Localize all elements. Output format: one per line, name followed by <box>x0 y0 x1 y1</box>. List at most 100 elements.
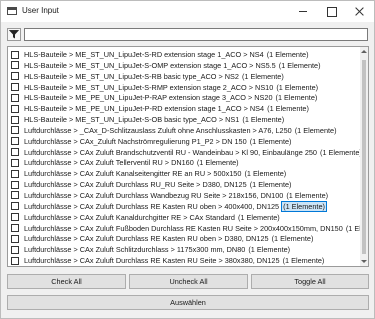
item-count-text: (1 Elemente) <box>278 60 321 70</box>
item-checkbox[interactable] <box>11 72 19 81</box>
window-title: User Input <box>22 6 59 15</box>
list-item[interactable]: HLS-Bauteile > ME_PE_UN_LipuJet-P-RAP ex… <box>8 92 361 103</box>
item-label: Luftdurchlässe > CAx Zuluft Schlitzdurch… <box>24 245 291 254</box>
item-checkbox[interactable] <box>11 191 19 200</box>
list-item[interactable]: Luftdurchlässe > CAx Zuluft Schlitzdurch… <box>8 244 361 255</box>
filter-button[interactable] <box>7 28 21 41</box>
item-label: Luftdurchlässe > CAx Zuluft Durchlass Wa… <box>24 191 329 200</box>
item-count-text: (1 Elemente) <box>266 50 309 59</box>
item-count-text: (1 Elemente) <box>294 125 337 135</box>
item-checkbox[interactable] <box>11 61 19 70</box>
scroll-up-icon[interactable] <box>361 50 367 53</box>
item-count-text: (1 Elemente) <box>242 115 285 125</box>
item-count-text: (1 Elemente) <box>241 71 284 81</box>
list-item[interactable]: HLS-Bauteile > ME_ST_UN_LipuJet-S-RD ext… <box>8 49 361 60</box>
item-checkbox[interactable] <box>11 158 19 167</box>
item-label: HLS-Bauteile > ME_ST_UN_LipuJet-S-RB bas… <box>24 72 285 81</box>
item-checkbox[interactable] <box>11 50 19 59</box>
item-checkbox[interactable] <box>11 93 19 102</box>
item-checkbox[interactable] <box>11 115 19 124</box>
list-item[interactable]: Luftdurchlässe > CAx Zuluft Tellerventil… <box>8 157 361 168</box>
item-checkbox[interactable] <box>11 137 19 146</box>
user-input-dialog: User Input HLS-Bauteile > ME_ST_UN_LipuJ… <box>0 0 375 319</box>
item-count-text: (1 Elemente) <box>281 200 327 212</box>
item-path-text: Luftdurchlässe > _CAx_D-Schlitzauslass Z… <box>24 125 292 135</box>
item-path-text: Luftdurchlässe > CAx Zuluft Schlitzdurch… <box>24 245 246 255</box>
uncheck-all-button[interactable]: Uncheck All <box>129 274 248 289</box>
scroll-down-icon[interactable] <box>361 260 367 263</box>
item-label: HLS-Bauteile > ME_ST_UN_LipuJet-S-RD ext… <box>24 50 310 59</box>
item-label: Luftdurchlässe > CAx Zuluft Fußboden Dur… <box>24 224 368 233</box>
item-label: Luftdurchlässe > CAx Zuluft Kanaldurchgi… <box>24 213 281 222</box>
list-item[interactable]: Luftdurchlässe > CAx Zuluft Durchlass RU… <box>8 179 361 190</box>
item-checkbox[interactable] <box>11 213 19 222</box>
item-count-text: (1 Elemente) <box>275 93 318 103</box>
item-checklist[interactable]: HLS-Bauteile > ME_ST_UN_LipuJet-S-RD ext… <box>7 46 369 267</box>
select-button[interactable]: Auswählen <box>7 295 369 310</box>
item-path-text: HLS-Bauteile > ME_ST_UN_LipuJet-S-OB bas… <box>24 115 240 125</box>
item-checkbox[interactable] <box>11 256 19 265</box>
list-item[interactable]: Luftdurchlässe > CAx Zuluft Brandschutzv… <box>8 147 363 158</box>
list-item[interactable]: Luftdurchlässe > CAx Zuluft Kanalseiteng… <box>8 168 361 179</box>
title-bar[interactable]: User Input <box>1 1 374 22</box>
item-path-text: Luftdurchlässe > CAx Zuluft Durchlass RU… <box>24 180 247 190</box>
vertical-scrollbar[interactable] <box>360 47 368 266</box>
list-item[interactable]: Luftdurchlässe > CAx Zuluft Durchlass RE… <box>8 200 361 212</box>
item-label: HLS-Bauteile > ME_PE_UN_LipuJet-P-RAP ex… <box>24 93 318 102</box>
item-count-text: (1 Elemente) <box>286 190 329 200</box>
item-label: Luftdurchlässe > CAx Zuluft Durchlass RU… <box>24 180 292 189</box>
item-label: Luftdurchlässe > CAx Zuluft Brandschutzv… <box>24 148 363 157</box>
item-path-text: Luftdurchlässe > CAx_Zuluft Nachströmreg… <box>24 136 247 146</box>
list-item[interactable]: Luftdurchlässe > CAx Zuluft Durchlass RE… <box>8 233 361 244</box>
list-item[interactable]: HLS-Bauteile > ME_ST_UN_LipuJet-S-OB bas… <box>8 114 361 125</box>
item-path-text: HLS-Bauteile > ME_ST_UN_LipuJet-S-RB bas… <box>24 71 239 81</box>
list-item[interactable]: HLS-Bauteile > ME_PE_UN_LipuJet-P-RD ext… <box>8 103 361 114</box>
item-path-text: HLS-Bauteile > ME_PE_UN_LipuJet-P-RAP ex… <box>24 93 273 103</box>
item-checkbox[interactable] <box>11 126 19 135</box>
minimize-button[interactable] <box>289 1 317 22</box>
list-item[interactable]: Luftdurchlässe > CAx Zuluft Fußboden Dur… <box>8 223 368 234</box>
item-count-text: (1 Elemente) <box>249 136 292 146</box>
search-input[interactable] <box>24 28 368 41</box>
item-label: Luftdurchlässe > CAx Zuluft Kanalseiteng… <box>24 169 287 178</box>
item-checkbox[interactable] <box>11 202 19 211</box>
item-count-text: (1 Elemente) <box>237 212 280 222</box>
item-path-text: Luftdurchlässe > CAx Zuluft Durchlass RE… <box>24 256 280 266</box>
list-item[interactable]: Luftdurchlässe > CAx Zuluft Kanaldurchgi… <box>8 212 361 223</box>
item-checkbox[interactable] <box>11 83 19 92</box>
toggle-all-button[interactable]: Toggle All <box>251 274 369 289</box>
item-label: Luftdurchlässe > CAx Zuluft Durchlass RE… <box>24 234 314 243</box>
check-all-button[interactable]: Check All <box>7 274 126 289</box>
item-label: Luftdurchlässe > CAx Zuluft Tellerventil… <box>24 158 240 167</box>
item-checkbox[interactable] <box>11 148 19 157</box>
item-label: HLS-Bauteile > ME_ST_UN_LipuJet-S-RMP ex… <box>24 83 319 92</box>
item-path-text: HLS-Bauteile > ME_ST_UN_LipuJet-S-RD ext… <box>24 50 264 59</box>
maximize-button[interactable] <box>317 1 345 22</box>
item-label: Luftdurchlässe > CAx_Zuluft Nachströmreg… <box>24 137 293 146</box>
list-item[interactable]: HLS-Bauteile > ME_ST_UN_LipuJet-S-OMP ex… <box>8 60 361 71</box>
close-button[interactable] <box>345 1 373 22</box>
list-item[interactable]: Luftdurchlässe > CAx Zuluft Durchlass RE… <box>8 255 361 266</box>
scrollbar-thumb[interactable] <box>362 60 366 254</box>
item-path-text: Luftdurchlässe > CAx Zuluft Kanalseiteng… <box>24 169 242 179</box>
list-item[interactable]: HLS-Bauteile > ME_ST_UN_LipuJet-S-RMP ex… <box>8 82 361 93</box>
list-item[interactable]: Luftdurchlässe > _CAx_D-Schlitzauslass Z… <box>8 125 361 136</box>
item-count-text: (1 Elemente) <box>276 82 319 92</box>
item-checkbox[interactable] <box>11 224 19 232</box>
item-path-text: Luftdurchlässe > CAx Zuluft Durchlass RE… <box>24 234 269 244</box>
item-checkbox[interactable] <box>11 180 19 189</box>
item-checkbox[interactable] <box>11 245 19 254</box>
checklist-rows: HLS-Bauteile > ME_ST_UN_LipuJet-S-RD ext… <box>8 49 368 267</box>
item-count-text: (1 Elemente) <box>267 104 309 114</box>
item-checkbox[interactable] <box>11 104 19 113</box>
item-path-text: Luftdurchlässe > CAx Zuluft Durchlass RE… <box>24 201 280 211</box>
item-count-text: (1 Elemente) <box>282 256 325 266</box>
item-checkbox[interactable] <box>11 234 19 243</box>
item-checkbox[interactable] <box>11 169 19 178</box>
item-count-text: (1 Elemente) <box>248 245 291 255</box>
item-label: Luftdurchlässe > CAx Zuluft Durchlass RE… <box>24 256 325 265</box>
list-item[interactable]: Sanitärinstallationen > PF_ST_UN_samplin… <box>8 266 361 267</box>
list-item[interactable]: Luftdurchlässe > CAx Zuluft Durchlass Wa… <box>8 190 361 201</box>
list-item[interactable]: HLS-Bauteile > ME_ST_UN_LipuJet-S-RB bas… <box>8 71 361 82</box>
list-item[interactable]: Luftdurchlässe > CAx_Zuluft Nachströmreg… <box>8 136 361 147</box>
